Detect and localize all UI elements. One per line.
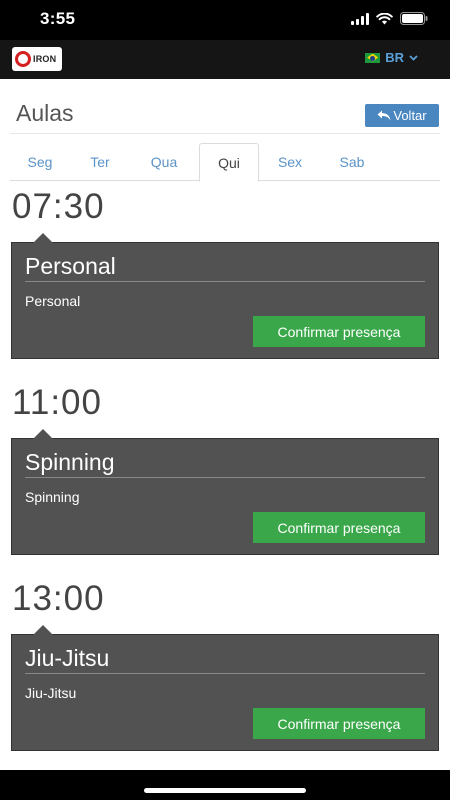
tab-qua[interactable]: Qua [133, 143, 195, 181]
status-icons [351, 12, 428, 25]
page-title: Aulas [16, 100, 74, 126]
tab-label: Qui [218, 155, 240, 171]
back-button-label: Voltar [393, 108, 427, 123]
battery-icon [400, 12, 428, 25]
status-time: 3:55 [40, 9, 76, 28]
class-card: Jiu-Jitsu Jiu-Jitsu Confirmar presença [11, 625, 439, 751]
confirm-presence-button[interactable]: Confirmar presença [253, 316, 425, 347]
card-divider [25, 281, 425, 282]
flag-brazil-icon [365, 52, 381, 63]
status-bar: 3:55 [0, 0, 450, 40]
chevron-down-icon [409, 54, 418, 61]
tab-seg[interactable]: Seg [10, 143, 70, 181]
class-title: Jiu-Jitsu [25, 645, 110, 671]
app-logo: IRON [12, 47, 62, 71]
main-content: Aulas Voltar Seg Ter Qua Qui Sex Sab 07:… [0, 79, 450, 770]
app-bar: IRON BR [0, 40, 450, 79]
class-time: 13:00 [12, 579, 105, 618]
tab-label: Qua [150, 154, 178, 170]
class-time: 07:30 [12, 187, 105, 226]
class-subtitle: Jiu-Jitsu [25, 685, 77, 701]
card-divider [25, 477, 425, 478]
tab-label: Sex [277, 154, 303, 170]
language-selector[interactable]: BR [365, 50, 418, 65]
reply-arrow-icon [377, 110, 391, 121]
tab-label: Seg [27, 154, 53, 170]
class-card: Spinning Spinning Confirmar presença [11, 429, 439, 555]
page-header: Aulas Voltar [10, 79, 440, 134]
tab-label: Ter [90, 154, 110, 170]
class-subtitle: Spinning [25, 489, 80, 505]
back-button[interactable]: Voltar [365, 104, 439, 127]
home-indicator-area [0, 770, 450, 800]
tab-sab[interactable]: Sab [322, 143, 382, 181]
class-title: Personal [25, 253, 116, 279]
tab-label: Sab [339, 154, 365, 170]
cellular-signal-icon [351, 12, 369, 25]
class-time: 11:00 [12, 383, 102, 422]
confirm-presence-button[interactable]: Confirmar presença [253, 708, 425, 739]
weekday-tabs: Seg Ter Qua Qui Sex Sab [10, 143, 440, 182]
tab-sex[interactable]: Sex [260, 143, 320, 181]
logo-text: IRON [33, 53, 57, 64]
confirm-presence-button[interactable]: Confirmar presença [253, 512, 425, 543]
tab-ter[interactable]: Ter [70, 143, 130, 181]
language-code: BR [385, 50, 404, 65]
class-subtitle: Personal [25, 293, 81, 309]
home-indicator[interactable] [144, 788, 306, 793]
card-divider [25, 673, 425, 674]
class-card: Personal Personal Confirmar presença [11, 233, 439, 359]
logo-mark-icon [15, 51, 31, 67]
class-title: Spinning [25, 449, 115, 475]
tab-qui[interactable]: Qui [199, 143, 259, 182]
wifi-icon [376, 12, 393, 24]
